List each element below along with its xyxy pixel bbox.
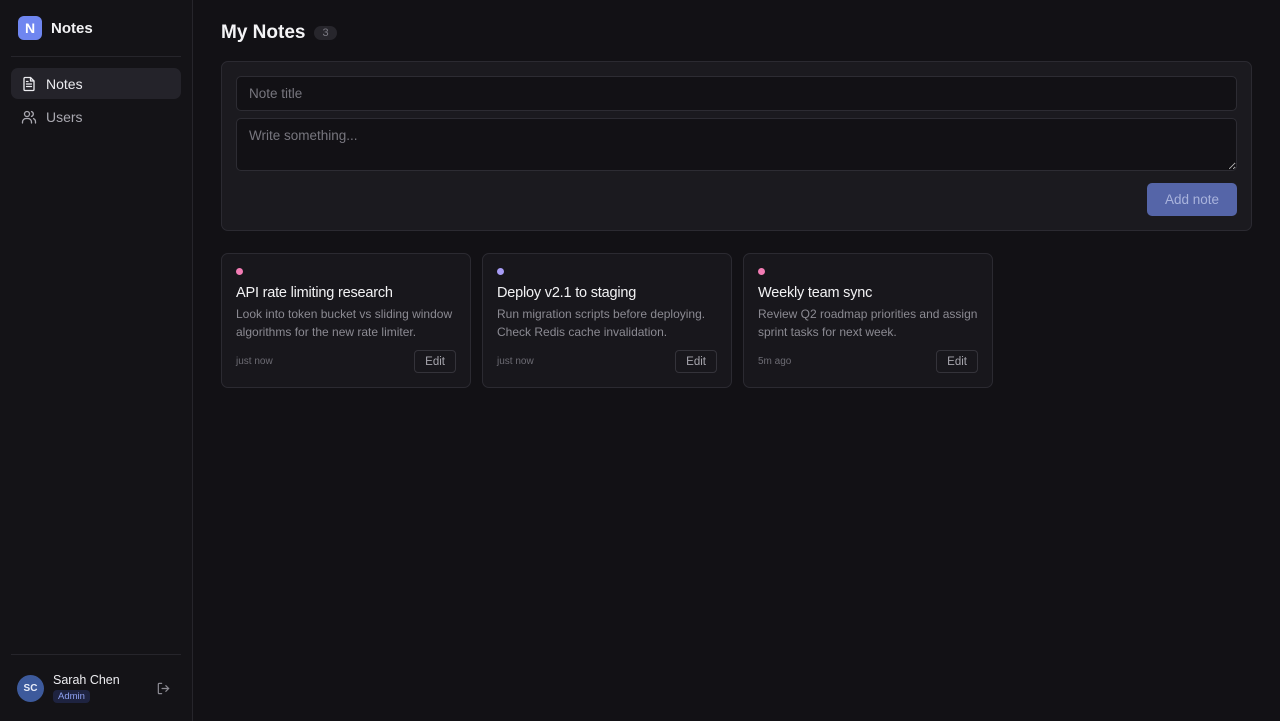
note-title: Weekly team sync [758, 285, 873, 301]
note-color-dot [497, 268, 504, 275]
note-body: Run migration scripts before deploying. … [497, 307, 706, 339]
app-name: Notes [51, 19, 93, 37]
note-body: Review Q2 roadmap priorities and assign … [758, 307, 978, 339]
note-timestamp: just now [236, 356, 273, 367]
note-title: Deploy v2.1 to staging [497, 285, 637, 301]
notes-grid: API rate limiting research Look into tok… [221, 253, 1252, 388]
sidebar-item-label: Users [46, 108, 83, 125]
note-color-dot [758, 268, 765, 275]
app-logo: N [18, 16, 42, 40]
role-badge: Admin [53, 690, 90, 703]
note-title: API rate limiting research [236, 285, 393, 301]
sidebar-item-notes[interactable]: Notes [11, 68, 181, 99]
note-color-dot [236, 268, 243, 275]
logout-icon [157, 682, 170, 694]
edit-note-button[interactable]: Edit [414, 350, 456, 373]
avatar[interactable]: SC [17, 674, 44, 702]
note-card[interactable]: Deploy v2.1 to staging Run migration scr… [482, 253, 732, 388]
main-content: My Notes 3 Add note API rate limiting re… [193, 0, 1280, 721]
page-header: My Notes 3 [221, 20, 1252, 46]
brand: N Notes [11, 0, 181, 57]
note-composer: Add note [221, 61, 1252, 231]
note-title-input[interactable] [236, 76, 1237, 111]
note-count-badge: 3 [314, 26, 337, 40]
users-icon [21, 110, 37, 124]
document-icon [23, 76, 35, 91]
note-timestamp: just now [497, 356, 534, 367]
app-root: N Notes Notes Users SC Sarah Chen Admin … [0, 0, 1280, 721]
note-card[interactable]: Weekly team sync Review Q2 roadmap prior… [743, 253, 993, 388]
sidebar: N Notes Notes Users SC Sarah Chen Admin [0, 0, 193, 721]
note-timestamp: 5m ago [758, 356, 792, 367]
note-body-input[interactable] [236, 118, 1237, 171]
logout-button[interactable] [156, 681, 171, 696]
sidebar-item-users[interactable]: Users [11, 101, 181, 132]
user-name: Sarah Chen [53, 673, 120, 687]
note-body: Look into token bucket vs sliding window… [236, 307, 453, 339]
edit-note-button[interactable]: Edit [675, 350, 717, 373]
sidebar-nav: Notes Users [11, 57, 181, 132]
user-panel: SC Sarah Chen Admin [11, 654, 181, 721]
add-note-button[interactable]: Add note [1147, 183, 1237, 216]
note-card[interactable]: API rate limiting research Look into tok… [221, 253, 471, 388]
edit-note-button[interactable]: Edit [936, 350, 978, 373]
sidebar-item-label: Notes [46, 75, 83, 92]
page-title: My Notes [221, 22, 306, 43]
